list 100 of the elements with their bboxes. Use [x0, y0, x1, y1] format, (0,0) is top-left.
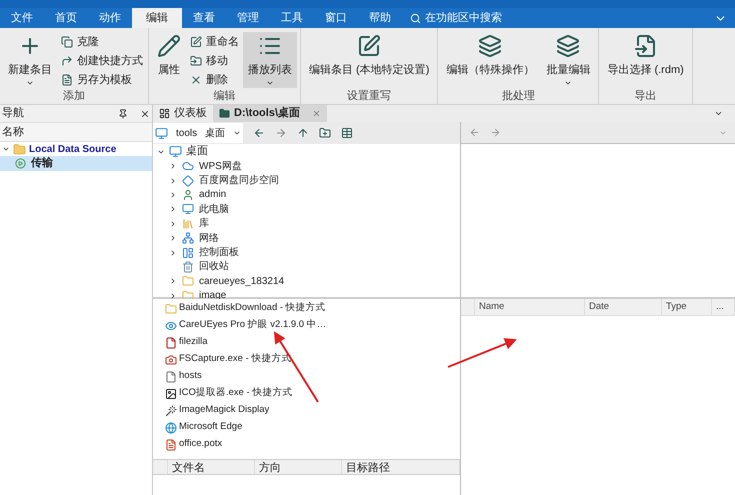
pencil-icon — [157, 34, 181, 58]
tree-item[interactable]: admin — [153, 188, 460, 202]
group-label: 添加 — [62, 89, 86, 104]
folder-icon — [165, 302, 177, 314]
panel-icon — [182, 246, 194, 259]
folder-icon — [182, 275, 194, 288]
tree-item[interactable]: 传输 — [0, 156, 152, 171]
group-label: 批处理 — [500, 89, 536, 104]
file-item[interactable]: BaiduNetdiskDownload - 快捷方式 — [165, 300, 460, 317]
folder-icon — [13, 142, 26, 156]
breadcrumb-item[interactable]: 桌面 — [205, 126, 226, 140]
ribbon-small-button[interactable]: 移动 — [188, 53, 241, 69]
column-header[interactable]: Type — [662, 299, 712, 315]
caret-icon[interactable] — [714, 109, 723, 118]
group-label: 编辑 — [212, 89, 236, 104]
annotation-arrow — [448, 338, 517, 368]
menu-tab[interactable]: 首页 — [44, 8, 88, 28]
library-icon — [182, 218, 194, 230]
tree-item[interactable]: 回收站 — [153, 260, 460, 274]
menu-tab[interactable]: 管理 — [226, 8, 270, 28]
ribbon-button[interactable]: 编辑（特殊操作） — [441, 32, 540, 88]
ribbon-search[interactable]: 在功能区中搜索 — [425, 10, 502, 26]
tree-item[interactable]: careueyes_183214 — [153, 274, 460, 289]
globe-icon — [165, 422, 177, 434]
file-item[interactable]: ImageMagick Display — [165, 402, 460, 419]
menu-tab[interactable]: 动作 — [88, 8, 132, 28]
ribbon-button[interactable]: 编辑条目 (本地特定设置) — [304, 32, 434, 88]
monitor-icon — [169, 145, 182, 158]
document-icon — [61, 74, 73, 86]
ribbon-button[interactable]: 属性 — [152, 32, 186, 88]
menu-tab[interactable]: 查看 — [182, 8, 226, 28]
tree-item[interactable]: 此电脑 — [153, 202, 460, 217]
eye-icon — [165, 320, 177, 332]
menu-tab[interactable]: 编辑 — [132, 8, 182, 28]
ribbon-small-button[interactable]: 删除 — [188, 72, 241, 88]
tree-item[interactable]: 桌面 — [153, 144, 460, 159]
column-header[interactable]: Name — [475, 299, 585, 315]
breadcrumb-bar[interactable]: tools 桌面 — [153, 123, 244, 143]
document-tab[interactable]: D:\tools\桌面 — [213, 105, 327, 122]
folder-icon — [219, 108, 230, 119]
up-icon[interactable] — [297, 127, 310, 139]
tree-item[interactable]: 网络 — [153, 230, 460, 246]
ribbon-button[interactable]: 导出选择 (.rdm) — [602, 32, 689, 88]
file-item[interactable]: ICO提取器.exe - 快捷方式 — [165, 385, 460, 402]
column-header[interactable]: Date — [585, 299, 662, 315]
ribbon-small-button[interactable]: 克隆 — [59, 34, 145, 50]
tree-item[interactable]: 百度网盘同步空间 — [153, 173, 460, 188]
ribbon-button[interactable]: 播放列表 — [243, 32, 297, 88]
play-icon — [15, 158, 26, 169]
back-icon[interactable] — [253, 127, 266, 139]
menu-tab[interactable]: 工具 — [270, 8, 314, 28]
group-label: 设置重写 — [346, 89, 392, 104]
file-item[interactable]: Microsoft Edge — [165, 419, 460, 436]
menu-tab[interactable]: 帮助 — [358, 8, 402, 28]
menu-tab[interactable]: 窗口 — [314, 8, 358, 28]
column-header: 名称 — [0, 122, 152, 142]
caret-icon[interactable] — [233, 129, 242, 137]
ribbon-small-button[interactable]: 另存为模板 — [59, 72, 145, 88]
file-item[interactable]: hosts — [165, 368, 460, 385]
file-item[interactable]: office.potx — [165, 436, 460, 453]
tree-item[interactable]: 控制面板 — [153, 245, 460, 260]
file-item[interactable]: filezilla — [165, 334, 460, 351]
tree-item[interactable]: Local Data Source — [0, 142, 152, 156]
file-icon — [165, 336, 177, 348]
document-tab[interactable]: 仪表板 — [153, 105, 213, 122]
monitor-icon — [155, 126, 168, 140]
file-item[interactable]: CareUEyes Pro 护眼 v2.1.9.0 中… — [165, 317, 460, 334]
tree-item[interactable]: 库 — [153, 216, 460, 231]
breadcrumb-item[interactable]: tools — [176, 126, 198, 140]
tree-item[interactable]: WPS网盘 — [153, 159, 460, 174]
column-header[interactable]: 目标路径 — [342, 460, 460, 474]
expand-icon[interactable] — [2, 145, 10, 153]
trash-icon — [182, 260, 194, 273]
pin-icon[interactable] — [118, 108, 128, 118]
layers-icon — [556, 34, 580, 58]
group-label: 导出 — [634, 89, 658, 104]
ribbon-button[interactable]: 新建条目 — [3, 32, 57, 88]
ribbon-button[interactable]: 批量编辑 — [541, 32, 596, 88]
dashboard-icon — [159, 108, 170, 119]
column-header[interactable]: ... — [712, 299, 735, 315]
column-header[interactable]: 方向 — [255, 460, 342, 474]
import-icon — [634, 34, 658, 58]
edit-icon — [357, 34, 382, 58]
annotation-arrow — [274, 331, 319, 403]
copy-icon — [61, 36, 73, 48]
view-icon[interactable] — [341, 127, 354, 139]
new-folder-icon[interactable] — [319, 127, 332, 139]
close-icon[interactable] — [140, 108, 150, 118]
diamond-icon — [182, 174, 194, 187]
monitor-icon — [182, 203, 194, 216]
arrow-icon — [61, 55, 73, 67]
folder-icon — [190, 55, 202, 67]
ribbon-small-button[interactable]: 重命名 — [188, 34, 241, 50]
close-icon — [190, 74, 202, 86]
camera-icon — [165, 354, 177, 366]
forward-icon[interactable] — [275, 127, 288, 139]
network-icon — [182, 232, 194, 244]
menu-tab[interactable]: 文件 — [0, 8, 44, 28]
column-header[interactable]: 文件名 — [168, 460, 255, 474]
ribbon-small-button[interactable]: 创建快捷方式 — [59, 53, 145, 69]
